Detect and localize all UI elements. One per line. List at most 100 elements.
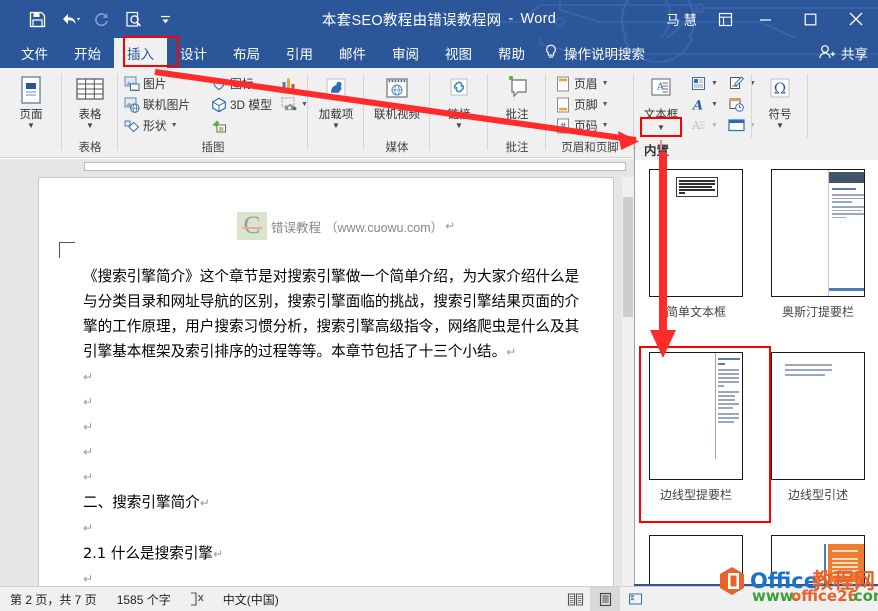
tab-layout[interactable]: 布局 [220,38,273,68]
redo-icon[interactable] [86,4,116,34]
group-label-header-footer: 页眉和页脚 [561,142,619,154]
page-indicator[interactable]: 第 2 页，共 7 页 [0,591,107,608]
gallery-item-banded-sidebar[interactable]: 边线型提要栏 [635,343,757,526]
footer-chevron-down-icon[interactable]: ▼ [602,101,609,108]
tab-insert[interactable]: 插入 [114,38,167,68]
text-box-chevron-down-icon[interactable]: ▼ [657,124,665,132]
shapes-chevron-down-icon[interactable]: ▼ [171,122,178,129]
symbol-chevron-down-icon[interactable]: ▼ [776,122,784,130]
drop-cap-button[interactable]: A ▼ ▼ [688,115,756,136]
cover-page-button[interactable]: 页面 ▼ [0,70,62,130]
proofing-errors-icon[interactable] [181,592,213,606]
document-canvas[interactable]: C 错误教程 （www.cuowu.com） ↵ 《搜索引擎简介》这个章节是对搜… [0,177,634,586]
document-body[interactable]: 《搜索引擎简介》这个章节是对搜索引擎做一个简单介绍，为大家介绍什么是 与分类目录… [83,264,580,586]
undo-icon[interactable] [54,4,84,34]
online-video-button[interactable]: 联机视频 [364,70,430,122]
header-chevron-down-icon[interactable]: ▼ [602,80,609,87]
view-buttons [560,587,650,611]
group-label-comments: 批注 [505,142,529,154]
tab-references[interactable]: 引用 [273,38,326,68]
print-preview-icon[interactable] [118,4,148,34]
svg-text:Ω: Ω [774,80,786,98]
tab-home[interactable]: 开始 [61,38,114,68]
gallery-section-header: 内置 [635,138,878,160]
document-vertical-scrollbar[interactable] [622,177,634,586]
gallery-item-label: 简单文本框 [665,305,726,319]
link-icon [442,74,476,108]
add-ins-chevron-down-icon[interactable]: ▼ [332,122,340,130]
word-count[interactable]: 1585 个字 [107,591,181,608]
heading-line: 2.1 什么是搜索引擎↵ [83,545,224,562]
table-chevron-down-icon[interactable]: ▼ [86,122,94,130]
add-ins-button[interactable]: 加载项 ▼ [308,70,364,130]
text-box-button[interactable]: A 文本框 ▼ [637,72,685,132]
read-mode-button[interactable] [560,587,590,611]
quick-access-toolbar [22,0,180,38]
print-layout-button[interactable] [590,587,620,611]
chart-icon [280,75,297,92]
header-label: 页眉 [574,77,598,91]
smartart-button[interactable] [208,115,304,136]
footer-button[interactable]: 页脚 ▼ [552,94,630,115]
gallery-item-banded-quote[interactable]: 边线型引述 [757,343,878,526]
wordart-button[interactable]: A ▼ [688,94,748,115]
customize-qat-icon[interactable] [150,4,180,34]
icons-label: 图标 [230,77,254,91]
maximize-button[interactable] [788,0,833,38]
tab-help[interactable]: 帮助 [485,38,538,68]
tab-mailings[interactable]: 邮件 [326,38,379,68]
gallery-item-facet-quote[interactable] [635,526,757,585]
logo-site: （www.cuowu.com） [325,220,444,235]
document-page[interactable]: C 错误教程 （www.cuowu.com） ↵ 《搜索引擎简介》这个章节是对搜… [38,177,614,586]
link-chevron-down-icon[interactable]: ▼ [455,122,463,130]
gallery-item-austin-sidebar[interactable]: 奥斯汀提要栏 [757,160,878,343]
tab-design[interactable]: 设计 [167,38,220,68]
scrollbar-thumb[interactable] [623,197,633,317]
tab-review[interactable]: 审阅 [379,38,432,68]
table-button[interactable]: 表格 ▼ [62,70,118,130]
close-button[interactable] [833,0,878,38]
quick-parts-chevron-down-icon[interactable]: ▼ [711,80,718,87]
language-indicator[interactable]: 中文(中国) [213,591,289,608]
ribbon-group-table: 表格 ▼ 表格 [62,68,118,158]
tab-list: 文件 开始 插入 设计 布局 引用 邮件 审阅 视图 帮助 操作说明搜索 [8,38,655,68]
ribbon-group-addins: 加载项 ▼ [308,68,364,158]
drop-cap-chevron-down-icon[interactable]: ▼ [711,122,718,129]
gallery-item-simple-textbox[interactable]: 简单文本框 [635,160,757,343]
page-number-button[interactable]: # 页码 ▼ [552,115,630,136]
gallery-item-filigree-sidebar[interactable] [757,526,878,585]
gallery-item-label: 奥斯汀提要栏 [781,305,854,319]
wordart-chevron-down-icon[interactable]: ▼ [711,101,718,108]
paragraph-mark: ↵ [445,219,456,233]
share-button[interactable]: 共享 [818,38,868,68]
text-box-icon: A [644,74,678,108]
comment-button[interactable]: 批注 [488,70,546,122]
symbol-button[interactable]: Ω 符号 ▼ [752,70,808,130]
quick-parts-button[interactable]: ▼ ▼ [688,73,756,94]
svg-text:#: # [559,122,567,132]
text-box-gallery[interactable]: 内置 简单文本框 奥斯汀提要栏 边线型提要栏 边线型引述 [634,138,878,586]
horizontal-ruler[interactable] [0,159,634,177]
tab-view[interactable]: 视图 [432,38,485,68]
ribbon-display-options-icon[interactable] [707,0,743,38]
object-icon [728,117,745,134]
user-account[interactable]: 马 慧 [656,0,707,38]
minimize-button[interactable] [743,0,788,38]
picture-button[interactable]: 图片 [121,73,203,94]
body-paragraph-line: 引擎基本框架及索引排序的过程等等。本章节包括了十三个小结。↵ [83,343,517,360]
cover-page-chevron-down-icon[interactable]: ▼ [27,122,35,130]
page-number-chevron-down-icon[interactable]: ▼ [602,122,609,129]
online-picture-button[interactable]: 联机图片 [121,94,203,115]
save-icon[interactable] [22,4,52,34]
share-label: 共享 [841,47,868,62]
tell-me-search[interactable]: 操作说明搜索 [538,38,655,68]
link-button[interactable]: 链接 ▼ [430,70,488,130]
shapes-button[interactable]: 形状 ▼ [121,115,203,136]
header-button[interactable]: 页眉 ▼ [552,73,630,94]
web-layout-button[interactable] [620,587,650,611]
comment-icon [500,74,534,108]
body-paragraph-line: 擎的工作原理，用户搜索习惯分析，搜索引擎高级指令，网络爬虫是什么及其 [83,318,580,335]
gallery-thumbnail [649,535,743,585]
picture-label: 图片 [143,77,167,91]
tab-file[interactable]: 文件 [8,38,61,68]
